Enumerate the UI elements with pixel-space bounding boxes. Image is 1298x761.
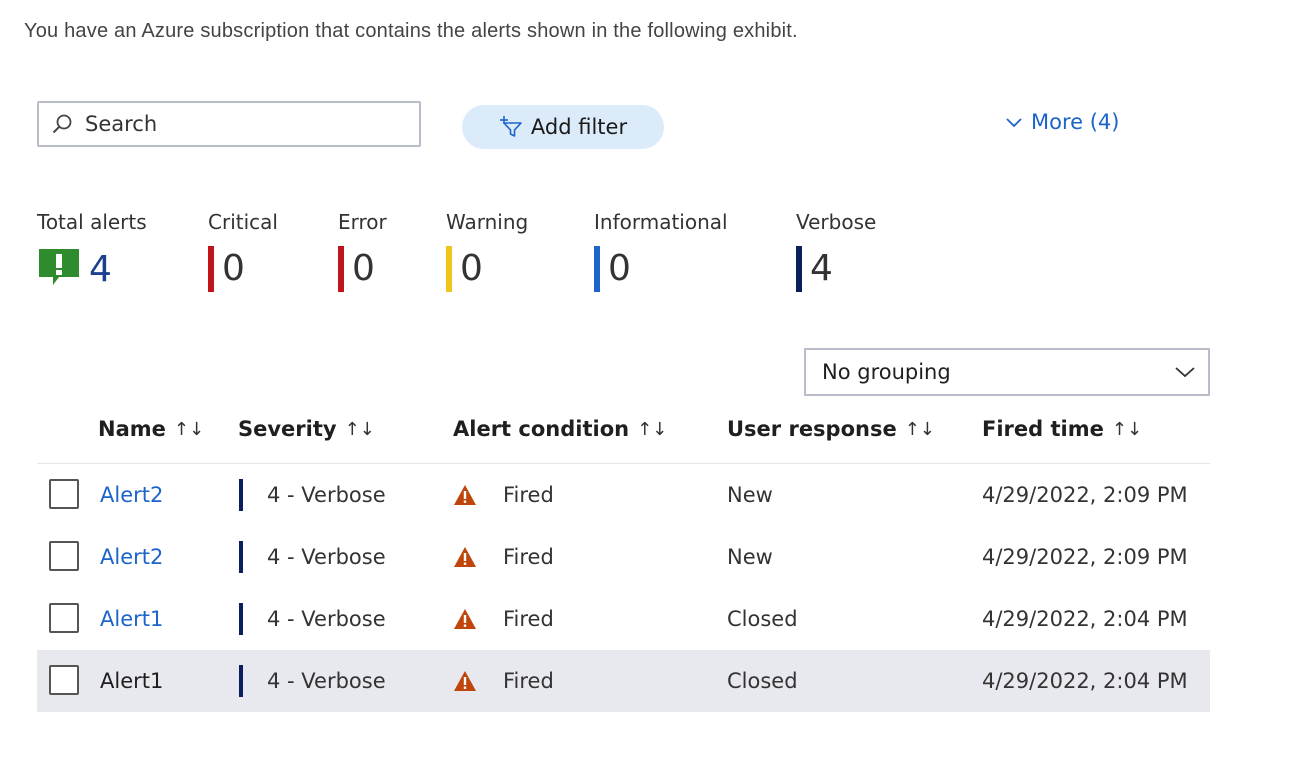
- summary-verbose[interactable]: Verbose 4: [796, 210, 876, 292]
- row-checkbox[interactable]: [49, 541, 79, 571]
- table-row[interactable]: Alert1 4 - Verbose Fired Closed 4/29/202…: [37, 588, 1210, 650]
- grouping-dropdown[interactable]: No grouping: [804, 348, 1210, 396]
- alerts-table: Name ↑↓ Severity ↑↓ Alert condition ↑↓ U…: [37, 405, 1210, 712]
- fired-time-text: 4/29/2022, 2:09 PM: [982, 545, 1188, 569]
- sort-icon[interactable]: ↑↓: [905, 419, 935, 440]
- summary-informational-label: Informational: [594, 210, 728, 234]
- verbose-severity-bar: [796, 246, 802, 292]
- user-response-text: New: [727, 545, 773, 569]
- user-response-text: New: [727, 483, 773, 507]
- chevron-down-icon: [1174, 360, 1196, 384]
- add-filter-label: Add filter: [530, 115, 628, 139]
- alert-condition-text: Fired: [503, 607, 554, 631]
- alert-name-link[interactable]: Alert2: [100, 483, 163, 507]
- informational-severity-bar: [594, 246, 600, 292]
- warning-icon: [453, 546, 477, 568]
- summary-verbose-label: Verbose: [796, 210, 877, 234]
- severity-text: 4 - Verbose: [267, 669, 386, 693]
- alert-condition-text: Fired: [503, 669, 554, 693]
- column-header-fired-time[interactable]: Fired time ↑↓: [982, 417, 1142, 441]
- alert-condition-text: Fired: [503, 483, 554, 507]
- column-header-alert-condition-label: Alert condition: [453, 417, 630, 441]
- severity-text: 4 - Verbose: [267, 483, 386, 507]
- column-header-severity[interactable]: Severity ↑↓: [238, 417, 375, 441]
- add-filter-button[interactable]: Add filter: [462, 105, 664, 149]
- search-input[interactable]: [83, 111, 387, 137]
- warning-icon: [453, 484, 477, 506]
- summary-critical-label: Critical: [208, 210, 278, 234]
- severity-text: 4 - Verbose: [267, 545, 386, 569]
- summary-informational[interactable]: Informational 0: [594, 210, 728, 292]
- sort-icon[interactable]: ↑↓: [1112, 419, 1142, 440]
- more-filters-link[interactable]: More (4): [1005, 110, 1119, 134]
- alert-name-link[interactable]: Alert1: [100, 607, 163, 631]
- summary-warning-value: 0: [460, 248, 483, 289]
- sort-icon[interactable]: ↑↓: [637, 419, 667, 440]
- summary-total-value: 4: [89, 248, 112, 290]
- warning-icon: [453, 670, 477, 692]
- column-header-user-response-label: User response: [727, 417, 897, 441]
- summary-critical-value: 0: [222, 248, 245, 289]
- fired-time-text: 4/29/2022, 2:04 PM: [982, 669, 1188, 693]
- verbose-severity-mark: [239, 603, 243, 635]
- search-icon: [51, 113, 73, 135]
- grouping-selected: No grouping: [822, 360, 951, 384]
- sort-icon[interactable]: ↑↓: [345, 419, 375, 440]
- summary-total[interactable]: Total alerts 4: [37, 210, 147, 292]
- row-checkbox[interactable]: [49, 665, 79, 695]
- summary-informational-value: 0: [608, 248, 631, 289]
- column-header-alert-condition[interactable]: Alert condition ↑↓: [453, 417, 667, 441]
- table-row[interactable]: Alert2 4 - Verbose Fired New 4/29/2022, …: [37, 464, 1210, 526]
- fired-time-text: 4/29/2022, 2:09 PM: [982, 483, 1188, 507]
- severity-text: 4 - Verbose: [267, 607, 386, 631]
- summary-critical[interactable]: Critical 0: [208, 210, 278, 292]
- user-response-text: Closed: [727, 607, 798, 631]
- intro-text: You have an Azure subscription that cont…: [24, 20, 798, 42]
- more-filters-label: More (4): [1031, 110, 1120, 134]
- sort-icon[interactable]: ↑↓: [174, 419, 204, 440]
- column-header-fired-time-label: Fired time: [982, 417, 1104, 441]
- alert-name-link[interactable]: Alert2: [100, 545, 163, 569]
- verbose-severity-mark: [239, 665, 243, 697]
- summary-error-value: 0: [352, 248, 375, 289]
- alert-icon: [37, 247, 81, 291]
- alert-summary: Total alerts 4 Critical 0 Error 0 Warnin: [0, 210, 1298, 310]
- warning-icon: [453, 608, 477, 630]
- critical-severity-bar: [208, 246, 214, 292]
- chevron-down-icon: [1005, 110, 1023, 134]
- table-row[interactable]: Alert2 4 - Verbose Fired New 4/29/2022, …: [37, 526, 1210, 588]
- alert-name-link[interactable]: Alert1: [100, 669, 163, 693]
- verbose-severity-mark: [239, 541, 243, 573]
- summary-error[interactable]: Error 0: [338, 210, 387, 292]
- column-header-name-label: Name: [98, 417, 166, 441]
- column-header-severity-label: Severity: [238, 417, 337, 441]
- summary-total-label: Total alerts: [37, 210, 147, 234]
- summary-warning[interactable]: Warning 0: [446, 210, 528, 292]
- search-box[interactable]: [37, 101, 421, 147]
- user-response-text: Closed: [727, 669, 798, 693]
- error-severity-bar: [338, 246, 344, 292]
- table-header: Name ↑↓ Severity ↑↓ Alert condition ↑↓ U…: [37, 405, 1210, 464]
- row-checkbox[interactable]: [49, 479, 79, 509]
- summary-error-label: Error: [338, 210, 387, 234]
- summary-verbose-value: 4: [810, 248, 833, 289]
- column-header-user-response[interactable]: User response ↑↓: [727, 417, 935, 441]
- verbose-severity-mark: [239, 479, 243, 511]
- table-row[interactable]: Alert1 4 - Verbose Fired Closed 4/29/202…: [37, 650, 1210, 712]
- alert-condition-text: Fired: [503, 545, 554, 569]
- summary-warning-label: Warning: [446, 210, 529, 234]
- fired-time-text: 4/29/2022, 2:04 PM: [982, 607, 1188, 631]
- row-checkbox[interactable]: [49, 603, 79, 633]
- column-header-name[interactable]: Name ↑↓: [98, 417, 204, 441]
- warning-severity-bar: [446, 246, 452, 292]
- add-filter-icon: [499, 115, 523, 139]
